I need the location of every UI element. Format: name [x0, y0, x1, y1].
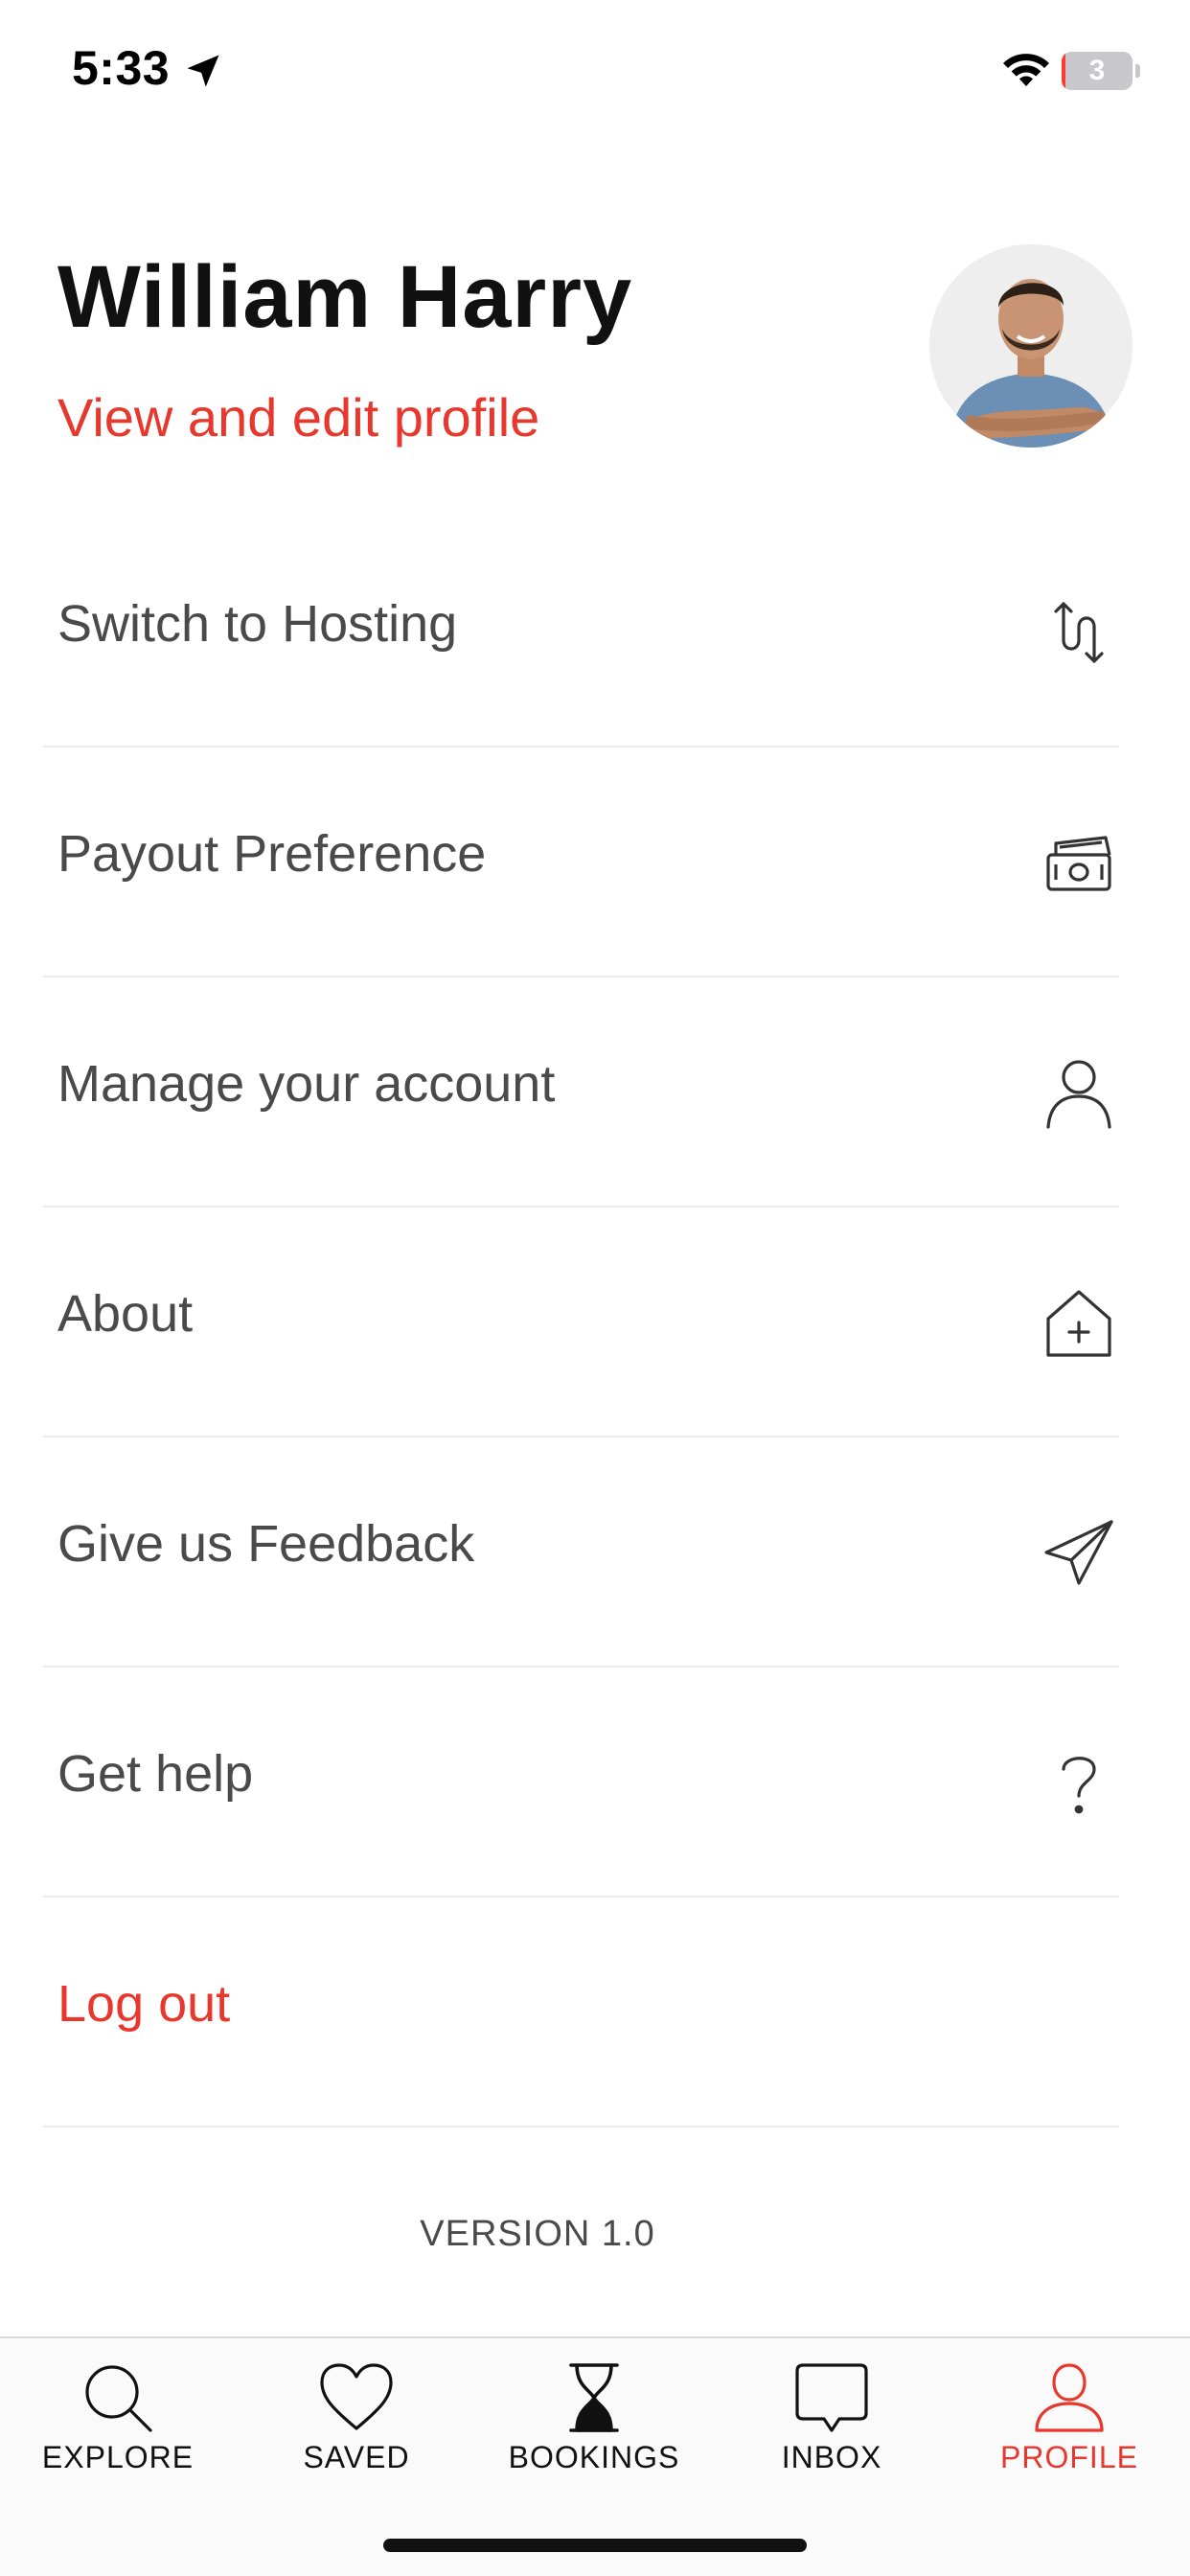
status-time: 5:33	[72, 41, 171, 95]
tab-label: PROFILE	[1000, 2440, 1138, 2474]
tab-label: SAVED	[303, 2440, 410, 2474]
search-icon	[85, 2365, 152, 2432]
user-name: William Harry	[57, 248, 633, 346]
hourglass-icon	[569, 2363, 619, 2432]
person-icon	[1046, 1060, 1111, 1129]
menu-item-label: Payout Preference	[57, 825, 487, 883]
location-arrow-icon	[187, 55, 219, 87]
log-out-label: Log out	[57, 1975, 231, 2033]
chat-bubble-icon	[795, 2363, 868, 2432]
menu-item-about[interactable]: About	[0, 1208, 1190, 1438]
avatar[interactable]	[929, 244, 1133, 448]
menu-item-label: About	[57, 1285, 194, 1343]
menu-item-label: Switch to Hosting	[57, 595, 458, 653]
menu-item-label: Give us Feedback	[57, 1515, 475, 1573]
switch-arrows-icon	[1054, 602, 1104, 663]
tab-bookings[interactable]: BOOKINGS	[489, 2338, 699, 2492]
battery-icon: 3	[1062, 52, 1140, 90]
home-indicator	[383, 2539, 807, 2552]
profile-screen: 5:33 3 William Harry View and edit profi…	[0, 0, 1190, 2576]
tab-label: EXPLORE	[41, 2440, 195, 2474]
version-label: VERSION 1.0	[420, 2214, 655, 2254]
tab-label: BOOKINGS	[508, 2440, 680, 2474]
menu-item-feedback[interactable]: Give us Feedback	[0, 1438, 1190, 1668]
tab-profile[interactable]: PROFILE	[964, 2338, 1175, 2492]
battery-level: 3	[1088, 55, 1106, 86]
menu-item-payout-preference[interactable]: Payout Preference	[0, 748, 1190, 978]
menu-item-get-help[interactable]: Get help	[0, 1668, 1190, 1898]
tab-inbox[interactable]: INBOX	[726, 2338, 937, 2492]
menu-item-label: Manage your account	[57, 1055, 556, 1113]
menu-item-manage-account[interactable]: Manage your account	[0, 978, 1190, 1208]
user-avatar-photo	[929, 244, 1133, 448]
tab-label: INBOX	[781, 2440, 882, 2474]
house-plus-icon	[1046, 1290, 1111, 1357]
menu-item-label: Get help	[57, 1745, 254, 1803]
person-icon	[1035, 2363, 1104, 2432]
tab-explore[interactable]: EXPLORE	[12, 2338, 223, 2492]
profile-menu: Switch to Hosting Payout Preference Mana…	[0, 518, 1190, 2128]
status-bar: 5:33 3	[0, 0, 1190, 144]
wifi-icon	[1003, 54, 1049, 86]
tab-saved[interactable]: SAVED	[251, 2338, 462, 2492]
cash-icon	[1046, 836, 1111, 891]
heart-icon	[320, 2363, 393, 2430]
question-mark-icon	[1062, 1757, 1096, 1814]
view-edit-profile-link[interactable]: View and edit profile	[57, 386, 539, 448]
paper-plane-icon	[1044, 1520, 1113, 1585]
menu-item-switch-to-hosting[interactable]: Switch to Hosting	[0, 518, 1190, 748]
menu-item-log-out[interactable]: Log out	[0, 1898, 1190, 2128]
